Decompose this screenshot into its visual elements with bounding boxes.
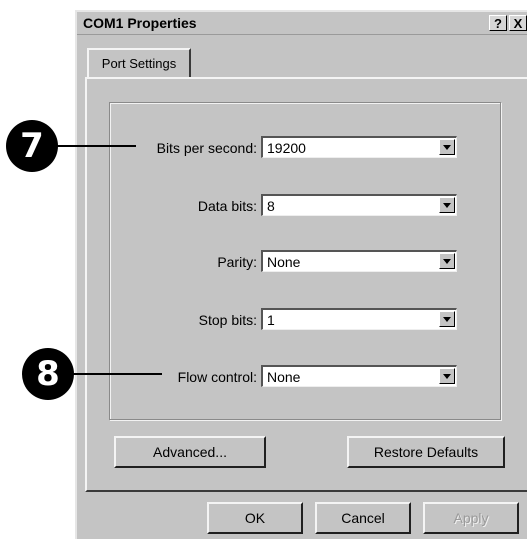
flow-control-value: None bbox=[267, 369, 301, 385]
com1-properties-dialog: COM1 Properties ? X Port Settings Bits p… bbox=[75, 10, 527, 539]
help-button[interactable]: ? bbox=[489, 15, 507, 31]
parity-label: Parity: bbox=[217, 254, 257, 270]
restore-defaults-button[interactable]: Restore Defaults bbox=[347, 436, 505, 468]
stop-bits-label: Stop bits: bbox=[198, 312, 257, 328]
callout-7-line bbox=[56, 145, 136, 147]
close-button[interactable]: X bbox=[509, 15, 527, 31]
callout-8-badge: 8 bbox=[22, 348, 74, 400]
data-bits-value: 8 bbox=[267, 198, 275, 214]
ok-button[interactable]: OK bbox=[207, 502, 303, 534]
parity-value: None bbox=[267, 254, 301, 270]
chevron-down-icon[interactable] bbox=[439, 139, 455, 155]
apply-button[interactable]: Apply bbox=[423, 502, 519, 534]
data-bits-select[interactable]: 8 bbox=[261, 194, 457, 216]
window-title: COM1 Properties bbox=[83, 15, 197, 31]
chevron-down-icon[interactable] bbox=[439, 311, 455, 327]
callout-7-badge: 7 bbox=[6, 120, 58, 172]
bits-per-second-label: Bits per second: bbox=[156, 140, 257, 156]
stop-bits-select[interactable]: 1 bbox=[261, 308, 457, 330]
data-bits-label: Data bits: bbox=[197, 198, 257, 214]
advanced-button[interactable]: Advanced... bbox=[114, 436, 266, 468]
chevron-down-icon[interactable] bbox=[439, 197, 455, 213]
bits-per-second-value: 19200 bbox=[267, 140, 306, 156]
callout-8-line bbox=[72, 373, 162, 375]
bits-per-second-select[interactable]: 19200 bbox=[261, 136, 457, 158]
tab-port-settings[interactable]: Port Settings bbox=[87, 48, 191, 78]
chevron-down-icon[interactable] bbox=[439, 253, 455, 269]
cancel-button[interactable]: Cancel bbox=[315, 502, 411, 534]
flow-control-select[interactable]: None bbox=[261, 365, 457, 387]
flow-control-label: Flow control: bbox=[177, 369, 257, 385]
stop-bits-value: 1 bbox=[267, 312, 275, 328]
parity-select[interactable]: None bbox=[261, 250, 457, 272]
chevron-down-icon[interactable] bbox=[439, 368, 455, 384]
title-bar: COM1 Properties ? X bbox=[77, 12, 527, 35]
